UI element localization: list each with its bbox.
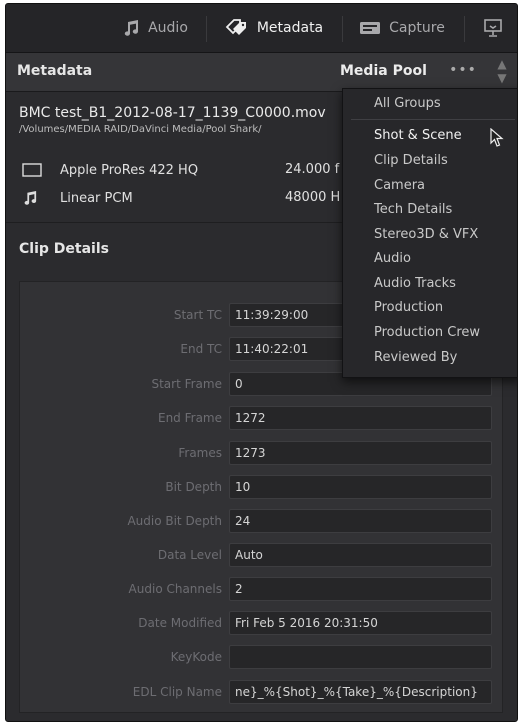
video-frame-rate: 24.000 f bbox=[285, 162, 340, 177]
more-options-button[interactable]: ••• bbox=[446, 57, 480, 85]
field-label: Bit Depth bbox=[165, 480, 222, 494]
audio-codec: Linear PCM bbox=[60, 190, 133, 206]
menu-item-production-crew[interactable]: Production Crew bbox=[374, 325, 480, 340]
field-input[interactable]: Auto bbox=[229, 543, 492, 567]
field-label: Start TC bbox=[173, 308, 222, 322]
field-input[interactable]: 1272 bbox=[229, 406, 492, 430]
field-row: Data Level Auto bbox=[20, 543, 502, 569]
menu-item-tech-details[interactable]: Tech Details bbox=[374, 202, 452, 217]
tab-metadata-label: Metadata bbox=[256, 20, 324, 36]
menu-item-clip-details[interactable]: Clip Details bbox=[374, 153, 448, 168]
panel-title: Metadata bbox=[17, 63, 93, 79]
field-label: KeyKode bbox=[170, 650, 222, 664]
field-label: EDL Clip Name bbox=[132, 685, 222, 699]
menu-item-reviewed-by[interactable]: Reviewed By bbox=[374, 350, 457, 365]
field-label: Audio Bit Depth bbox=[127, 514, 222, 528]
field-input[interactable]: 10 bbox=[229, 475, 492, 499]
field-label: End Frame bbox=[157, 411, 222, 425]
page-tab-bar: Audio Metadata Capture bbox=[6, 4, 517, 53]
field-row: KeyKode bbox=[20, 645, 502, 671]
tab-divider bbox=[206, 16, 207, 42]
field-row: Frames 1273 bbox=[20, 441, 502, 467]
video-codec-row: Apple ProRes 422 HQ bbox=[22, 160, 198, 180]
menu-item-audio-tracks[interactable]: Audio Tracks bbox=[374, 276, 456, 291]
tab-capture-label: Capture bbox=[389, 20, 445, 36]
field-row: EDL Clip Name ne}_%{Shot}_%{Take}_%{Desc… bbox=[20, 680, 502, 706]
music-note-icon bbox=[122, 20, 140, 36]
audio-codec-row: Linear PCM bbox=[22, 188, 133, 208]
field-label: Audio Channels bbox=[128, 582, 222, 596]
clip-name: BMC test_B1_2012-08-17_1139_C0000.mov bbox=[19, 105, 326, 121]
tab-capture[interactable]: Capture bbox=[350, 4, 454, 52]
field-label: End TC bbox=[180, 342, 222, 356]
field-input[interactable]: 1273 bbox=[229, 441, 492, 465]
metadata-header: Metadata Media Pool ••• ▲ ▼ bbox=[6, 53, 517, 92]
mouse-pointer-icon bbox=[490, 127, 504, 152]
menu-item-production[interactable]: Production bbox=[374, 300, 443, 315]
field-label: Date Modified bbox=[138, 616, 222, 630]
media-pool-selector[interactable]: Media Pool bbox=[340, 63, 427, 79]
clip-path: /Volumes/MEDIA RAID/DaVinci Media/Pool S… bbox=[19, 124, 262, 135]
field-row: End Frame 1272 bbox=[20, 406, 502, 432]
field-row: Audio Channels 2 bbox=[20, 577, 502, 603]
music-note-icon bbox=[22, 191, 46, 205]
tab-metadata[interactable]: Metadata bbox=[214, 4, 334, 52]
field-input[interactable] bbox=[229, 645, 492, 669]
field-input[interactable]: ne}_%{Shot}_%{Take}_%{Description} bbox=[229, 680, 492, 704]
tab-audio-label: Audio bbox=[148, 20, 188, 36]
tab-divider bbox=[464, 16, 465, 42]
menu-item-all-groups[interactable]: All Groups bbox=[374, 96, 441, 111]
field-row: Bit Depth 10 bbox=[20, 475, 502, 501]
menu-item-audio[interactable]: Audio bbox=[374, 251, 411, 266]
section-title: Clip Details bbox=[19, 241, 109, 257]
sort-arrows-icon[interactable]: ▲ ▼ bbox=[489, 57, 515, 85]
field-input[interactable]: Fri Feb 5 2016 20:31:50 bbox=[229, 611, 492, 635]
field-row: Audio Bit Depth 24 bbox=[20, 509, 502, 535]
field-row: Date Modified Fri Feb 5 2016 20:31:50 bbox=[20, 611, 502, 637]
field-input[interactable]: 2 bbox=[229, 577, 492, 601]
metadata-tags-icon bbox=[225, 19, 249, 37]
video-codec: Apple ProRes 422 HQ bbox=[60, 162, 199, 178]
field-label: Data Level bbox=[157, 548, 222, 562]
field-label: Frames bbox=[178, 446, 222, 460]
video-frame-icon bbox=[22, 163, 46, 177]
menu-item-camera[interactable]: Camera bbox=[374, 178, 425, 193]
menu-item-stereo3d-vfx[interactable]: Stereo3D & VFX bbox=[374, 227, 478, 242]
monitor-icon bbox=[483, 18, 503, 38]
tab-monitor[interactable] bbox=[472, 4, 514, 52]
menu-divider bbox=[351, 119, 515, 120]
capture-icon bbox=[359, 21, 381, 35]
field-input[interactable]: 24 bbox=[229, 509, 492, 533]
tab-audio[interactable]: Audio bbox=[110, 4, 200, 52]
field-label: Start Frame bbox=[151, 377, 222, 391]
metadata-panel: Audio Metadata Capture Metadata Media Po… bbox=[5, 3, 518, 722]
menu-item-shot-scene[interactable]: Shot & Scene bbox=[374, 128, 462, 143]
tab-divider bbox=[342, 16, 343, 42]
audio-sample-rate: 48000 H bbox=[285, 190, 341, 205]
